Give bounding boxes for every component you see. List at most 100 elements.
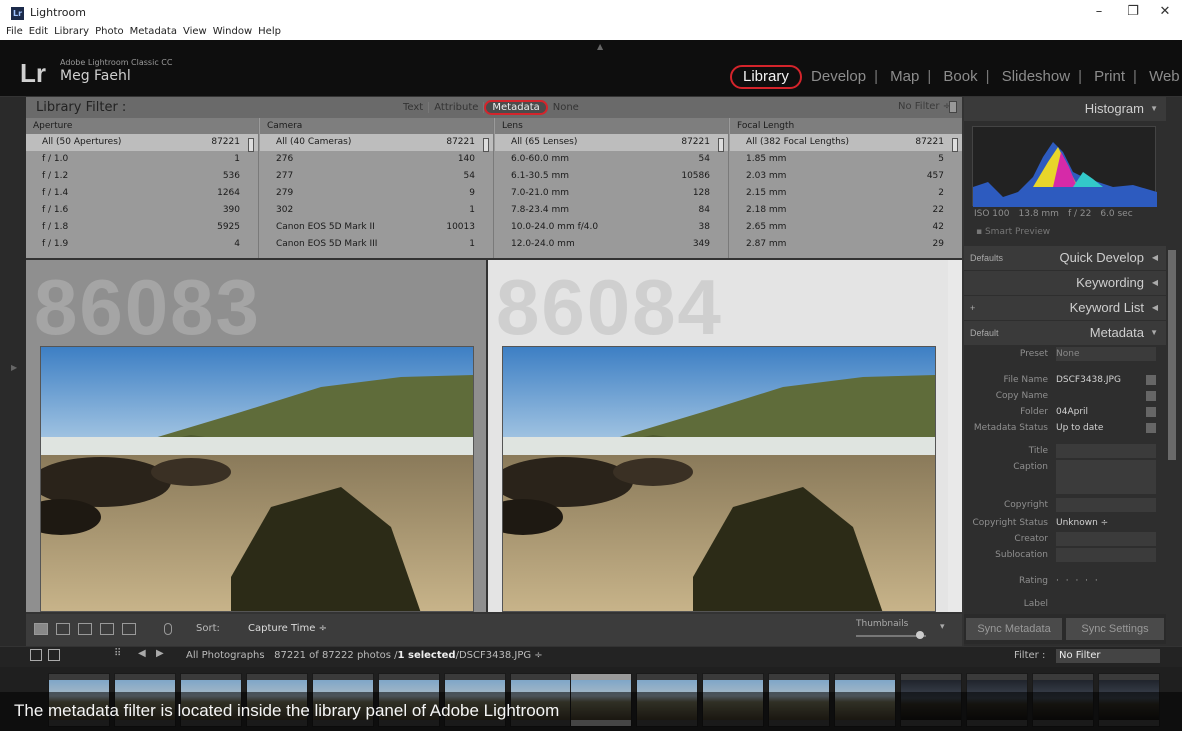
panel-keywording[interactable]: Keywording ◀ bbox=[964, 271, 1166, 295]
sublocation-field[interactable] bbox=[1056, 548, 1156, 562]
grid-icon[interactable]: ⠿ bbox=[114, 648, 121, 659]
list-item[interactable]: 1.85 mm 5 bbox=[730, 151, 962, 168]
filter-preset-dropdown[interactable]: No Filter ÷ bbox=[898, 101, 951, 112]
sync-metadata-button[interactable]: Sync Metadata bbox=[966, 618, 1062, 640]
expand-left-panel-icon[interactable]: ▶ bbox=[11, 363, 17, 372]
panel-keyword-list[interactable]: + Keyword List ◀ bbox=[964, 296, 1166, 320]
copy-name-action-button[interactable] bbox=[1146, 391, 1156, 401]
menu-view[interactable]: View bbox=[183, 25, 207, 39]
sort-dropdown[interactable]: Capture Time ÷ bbox=[248, 623, 327, 634]
list-item[interactable]: All (50 Apertures) 87221 bbox=[26, 134, 258, 151]
module-slideshow[interactable]: Slideshow bbox=[997, 68, 1075, 85]
list-item[interactable]: 6.1-30.5 mm 10586 bbox=[495, 168, 728, 185]
list-item[interactable]: 7.8-23.4 mm 84 bbox=[495, 202, 728, 219]
list-item[interactable]: 302 1 bbox=[260, 202, 493, 219]
smart-preview-status[interactable]: ▪ Smart Preview bbox=[976, 227, 1050, 237]
module-web[interactable]: Web bbox=[1144, 68, 1182, 85]
list-item[interactable]: 12.0-24.0 mm 349 bbox=[495, 236, 728, 253]
collapse-top-panel-icon[interactable]: ▲ bbox=[597, 42, 603, 51]
copyright-field[interactable] bbox=[1056, 498, 1156, 512]
close-button[interactable]: ✕ bbox=[1150, 4, 1180, 19]
back-arrow-icon[interactable]: ◀ bbox=[138, 648, 146, 659]
filename-action-button[interactable] bbox=[1146, 375, 1156, 385]
list-item[interactable]: 6.0-60.0 mm 54 bbox=[495, 151, 728, 168]
panel-metadata[interactable]: Default Metadata ▼ bbox=[964, 321, 1166, 345]
menu-help[interactable]: Help bbox=[258, 25, 281, 39]
beach-photo-thumbnail[interactable] bbox=[502, 346, 936, 612]
list-item[interactable]: 7.0-21.0 mm 128 bbox=[495, 185, 728, 202]
list-item[interactable]: 2.87 mm 29 bbox=[730, 236, 962, 253]
grid-cell-right-selected[interactable]: 86084 bbox=[488, 260, 948, 612]
list-item[interactable]: f / 1.9 4 bbox=[26, 236, 258, 253]
grid-view-icon[interactable] bbox=[34, 623, 48, 635]
grid-cell-left[interactable]: 86083 bbox=[26, 260, 486, 612]
module-print[interactable]: Print bbox=[1089, 68, 1130, 85]
folder-action-button[interactable] bbox=[1146, 407, 1156, 417]
list-item[interactable]: f / 1.6 390 bbox=[26, 202, 258, 219]
column-header[interactable]: Lens bbox=[495, 118, 728, 134]
module-map[interactable]: Map bbox=[885, 68, 924, 85]
menu-edit[interactable]: Edit bbox=[29, 25, 48, 39]
list-item[interactable]: Canon EOS 5D Mark III 1 bbox=[260, 236, 493, 253]
module-library[interactable]: Library bbox=[730, 65, 802, 89]
filter-tab-attribute[interactable]: Attribute bbox=[429, 102, 485, 113]
second-window-icon[interactable] bbox=[48, 649, 60, 661]
list-item[interactable]: 2.03 mm 457 bbox=[730, 168, 962, 185]
beach-photo-thumbnail[interactable] bbox=[40, 346, 474, 612]
column-header[interactable]: Focal Length bbox=[730, 118, 962, 134]
survey-view-icon[interactable] bbox=[100, 623, 114, 635]
filter-tab-metadata[interactable]: Metadata bbox=[484, 100, 548, 115]
right-panel-scrollbar[interactable] bbox=[1168, 250, 1176, 460]
minimize-button[interactable]: – bbox=[1084, 4, 1114, 19]
list-item[interactable]: 276 140 bbox=[260, 151, 493, 168]
title-field[interactable] bbox=[1056, 444, 1156, 458]
creator-field[interactable] bbox=[1056, 532, 1156, 546]
grid-scrollbar[interactable] bbox=[948, 260, 962, 612]
filter-lock-icon[interactable] bbox=[949, 101, 957, 113]
status-action-button[interactable] bbox=[1146, 423, 1156, 433]
people-view-icon[interactable] bbox=[122, 623, 136, 635]
list-item[interactable]: 277 54 bbox=[260, 168, 493, 185]
spray-can-icon[interactable] bbox=[164, 623, 172, 635]
list-item[interactable]: f / 1.0 1 bbox=[26, 151, 258, 168]
toolbar-menu-chevron-icon[interactable]: ▾ bbox=[940, 622, 945, 632]
main-window-icon[interactable] bbox=[30, 649, 42, 661]
column-scrollbar[interactable] bbox=[952, 138, 958, 152]
menu-file[interactable]: File bbox=[6, 25, 23, 39]
filmstrip-filter-dropdown[interactable]: No Filter bbox=[1056, 649, 1160, 663]
column-scrollbar[interactable] bbox=[483, 138, 489, 152]
copyright-status-dropdown[interactable]: Unknown ÷ bbox=[1056, 515, 1108, 531]
column-scrollbar[interactable] bbox=[248, 138, 254, 152]
filter-tab-none[interactable]: None bbox=[548, 102, 584, 113]
list-item[interactable]: f / 1.2 536 bbox=[26, 168, 258, 185]
column-header[interactable]: Aperture bbox=[26, 118, 258, 134]
thumbnail-size-knob[interactable] bbox=[916, 631, 924, 639]
list-item[interactable]: Canon EOS 5D Mark II 10013 bbox=[260, 219, 493, 236]
column-header[interactable]: Camera bbox=[260, 118, 493, 134]
list-item[interactable]: All (382 Focal Lengths) 87221 bbox=[730, 134, 962, 151]
list-item[interactable]: 2.65 mm 42 bbox=[730, 219, 962, 236]
sync-settings-button[interactable]: Sync Settings bbox=[1066, 618, 1164, 640]
forward-arrow-icon[interactable]: ▶ bbox=[156, 648, 164, 659]
menu-metadata[interactable]: Metadata bbox=[130, 25, 177, 39]
loupe-view-icon[interactable] bbox=[56, 623, 70, 635]
compare-view-icon[interactable] bbox=[78, 623, 92, 635]
menu-library[interactable]: Library bbox=[54, 25, 89, 39]
list-item[interactable]: 10.0-24.0 mm f/4.0 38 bbox=[495, 219, 728, 236]
filter-tab-text[interactable]: Text bbox=[398, 102, 430, 113]
menu-photo[interactable]: Photo bbox=[95, 25, 124, 39]
rating-stars[interactable]: · · · · · bbox=[1056, 573, 1100, 589]
list-item[interactable]: 279 9 bbox=[260, 185, 493, 202]
list-item[interactable]: f / 1.8 5925 bbox=[26, 219, 258, 236]
list-item[interactable]: 2.18 mm 22 bbox=[730, 202, 962, 219]
list-item[interactable]: All (65 Lenses) 87221 bbox=[495, 134, 728, 151]
list-item[interactable]: All (40 Cameras) 87221 bbox=[260, 134, 493, 151]
caption-field[interactable] bbox=[1056, 460, 1156, 494]
panel-histogram[interactable]: Histogram ▼ bbox=[964, 97, 1166, 121]
module-book[interactable]: Book bbox=[938, 68, 982, 85]
filmstrip-source-info[interactable]: All Photographs 87221 of 87222 photos /1… bbox=[186, 650, 543, 661]
list-item[interactable]: 2.15 mm 2 bbox=[730, 185, 962, 202]
panel-quick-develop[interactable]: Defaults Quick Develop ◀ bbox=[964, 246, 1166, 270]
restore-button[interactable]: ❐ bbox=[1118, 4, 1148, 19]
column-scrollbar[interactable] bbox=[718, 138, 724, 152]
